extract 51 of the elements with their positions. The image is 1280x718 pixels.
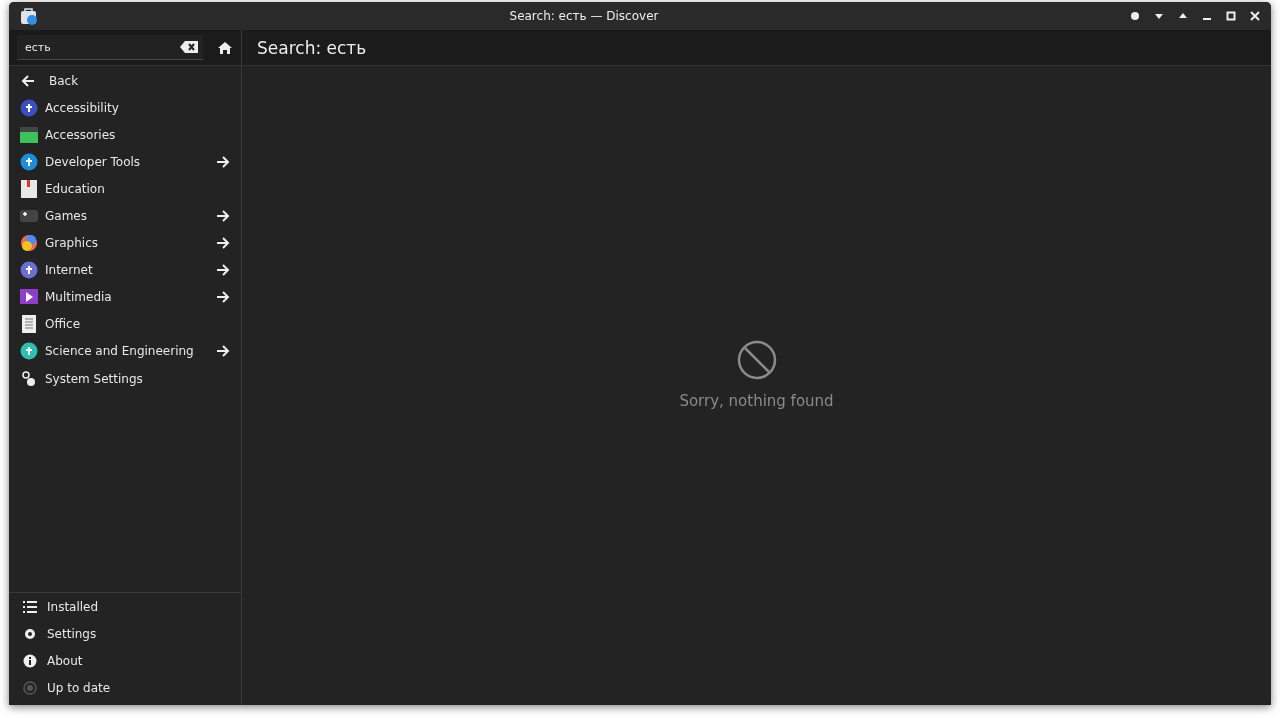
film-icon — [20, 288, 38, 307]
footer-label: About — [47, 654, 83, 669]
gamepad-icon — [20, 207, 38, 225]
category-label: Graphics — [45, 236, 98, 251]
footer-label: Settings — [47, 627, 97, 642]
page-title: Search: есть — [257, 37, 367, 58]
category-item[interactable]: Accessibility — [9, 94, 241, 122]
footer-item[interactable]: Installed — [9, 593, 241, 621]
footer-label: Up to date — [47, 681, 111, 696]
no-results-icon — [736, 339, 777, 380]
document-icon — [20, 315, 38, 334]
category-item[interactable]: Games — [9, 202, 241, 230]
clear-icon[interactable] — [179, 40, 199, 54]
category-label: Science and Engineering — [45, 344, 194, 359]
category-label: Games — [45, 209, 87, 223]
category-item[interactable]: Education — [9, 175, 241, 203]
back-button[interactable]: Back — [9, 67, 241, 95]
category-label: Education — [45, 181, 105, 196]
search-field[interactable]: есть — [17, 35, 203, 60]
category-item[interactable]: Office — [9, 310, 241, 338]
folder-icon — [20, 125, 38, 144]
home-icon[interactable] — [217, 39, 233, 56]
maximize-icon[interactable] — [1225, 10, 1237, 22]
category-label: Office — [45, 317, 81, 332]
footer-item[interactable]: Up to date — [9, 674, 241, 702]
category-item[interactable]: Developer Tools — [9, 148, 241, 176]
footer-label: Installed — [47, 600, 99, 615]
category-label: Internet — [45, 263, 93, 278]
category-label: Accessories — [45, 127, 116, 142]
pin-icon[interactable] — [1129, 10, 1141, 22]
category-item[interactable]: Science and Engineering — [9, 337, 241, 366]
update-icon — [23, 681, 37, 696]
arrow-left-icon — [20, 72, 36, 89]
category-label: System Settings — [45, 371, 143, 386]
footer-item[interactable]: About — [9, 647, 241, 675]
bag-icon — [19, 6, 39, 26]
category-item[interactable]: Graphics — [9, 229, 241, 257]
category-item[interactable]: System Settings — [9, 365, 241, 393]
category-label: Multimedia — [45, 290, 112, 305]
empty-message: Sorry, nothing found — [679, 391, 834, 410]
close-icon[interactable] — [1249, 10, 1261, 22]
category-item[interactable]: Internet — [9, 256, 241, 284]
category-item[interactable]: Multimedia — [9, 283, 241, 311]
category-label: Developer Tools — [45, 154, 141, 169]
list-icon — [23, 600, 37, 615]
book-icon — [20, 179, 38, 198]
info-icon — [23, 654, 37, 669]
category-label: Accessibility — [45, 100, 119, 115]
window-title: Search: есть — Discover — [508, 9, 660, 23]
category-item[interactable]: Accessories — [9, 121, 241, 149]
footer-item[interactable]: Settings — [9, 620, 241, 648]
